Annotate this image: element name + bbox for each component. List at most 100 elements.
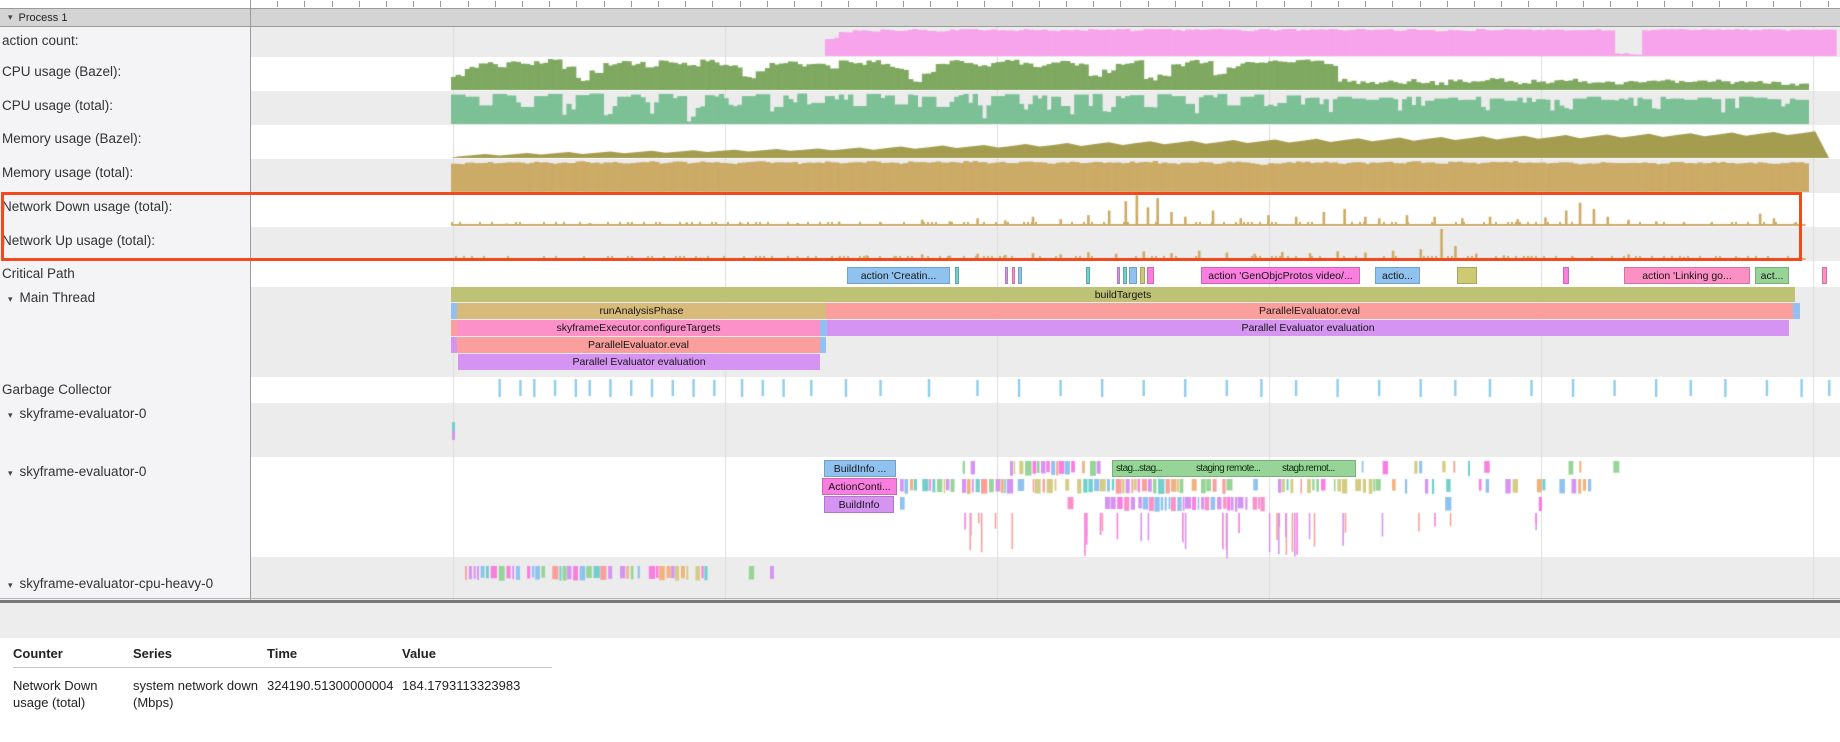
critical-path-span[interactable] — [1086, 267, 1090, 284]
sidebar-track-label-6[interactable]: Network Up usage (total): — [2, 233, 155, 248]
span-label: action 'Linking go... — [1642, 270, 1732, 282]
critical-path-span[interactable] — [1012, 267, 1015, 284]
ruler-tick — [468, 1, 469, 7]
column-header-time[interactable]: Time — [267, 642, 402, 668]
sidebar-track-label-8[interactable]: ▾Main Thread — [8, 290, 95, 305]
ruler-tick — [440, 1, 441, 7]
selection-details-panel: Counter Series Time Value Network Down u… — [0, 638, 1840, 742]
span-label: ParallelEvaluator.eval — [588, 339, 689, 351]
sidebar-track-label-9[interactable]: Garbage Collector — [2, 382, 112, 397]
main-thread-row-1-span[interactable]: buildTargets — [451, 287, 1795, 302]
collapse-arrow-icon[interactable]: ▾ — [8, 12, 13, 23]
sidebar-track-label-1[interactable]: CPU usage (Bazel): — [2, 64, 121, 79]
ruler-tick — [1692, 1, 1693, 7]
critical-path-span[interactable] — [1457, 267, 1477, 284]
ruler-tick — [1148, 1, 1149, 7]
ruler-tick — [1664, 1, 1665, 7]
column-header-counter[interactable]: Counter — [13, 642, 133, 668]
table-row[interactable]: Network Down usage (total) system networ… — [13, 668, 552, 712]
collapse-arrow-icon[interactable]: ▾ — [8, 468, 13, 478]
sidebar-track-label-10[interactable]: ▾skyframe-evaluator-0 — [8, 406, 146, 421]
critical-path-span[interactable] — [955, 267, 959, 284]
ruler-tick — [1420, 1, 1421, 7]
sidebar-track-label-12[interactable]: ▾skyframe-evaluator-cpu-heavy-0 — [8, 576, 213, 591]
span-label: Parallel Evaluator evaluation — [1241, 322, 1374, 334]
sidebar-track-label-7[interactable]: Critical Path — [2, 266, 75, 281]
staging-span-label: stagb.remot... — [1282, 463, 1335, 474]
span-label: act... — [1761, 270, 1784, 282]
time-ruler[interactable] — [0, 0, 1840, 8]
cell-series: system network down (Mbps) — [133, 668, 267, 712]
critical-path-span[interactable] — [1005, 267, 1008, 284]
ruler-tick — [386, 1, 387, 7]
track-label-text: Memory usage (Bazel): — [2, 131, 142, 146]
critical-path-span[interactable] — [1129, 267, 1137, 284]
skyframe-evaluator2-row-1-span[interactable]: BuildInfo ... — [824, 460, 896, 477]
critical-path-span[interactable] — [1147, 267, 1154, 284]
main-thread-row-3-span[interactable]: skyframeExecutor.configureTargets — [457, 320, 820, 336]
span-label: Parallel Evaluator evaluation — [572, 356, 705, 368]
ruler-tick — [1800, 1, 1801, 7]
ruler-tick — [604, 1, 605, 7]
critical-path-span[interactable]: action 'GenObjcProtos video/... — [1201, 267, 1360, 284]
ruler-tick — [821, 1, 822, 7]
critical-path-span[interactable]: action 'Linking go... — [1624, 267, 1750, 284]
ruler-tick — [1175, 1, 1176, 7]
critical-path-span[interactable]: actio... — [1375, 267, 1420, 284]
ruler-tick — [712, 1, 713, 7]
ruler-tick — [1637, 1, 1638, 7]
main-thread-row-2-span[interactable] — [1793, 303, 1800, 319]
main-thread-row-5-span[interactable]: Parallel Evaluator evaluation — [458, 354, 820, 370]
sidebar-track-label-11[interactable]: ▾ skyframe-evaluator-0 — [8, 464, 146, 479]
skyframe-evaluator2-row-3-span[interactable]: BuildInfo — [824, 496, 894, 513]
sidebar-track-label-3[interactable]: Memory usage (Bazel): — [2, 131, 142, 146]
ruler-tick — [740, 1, 741, 7]
ruler-tick — [1256, 1, 1257, 7]
process-header[interactable]: ▾ Process 1 — [0, 8, 1840, 27]
ruler-tick — [1365, 1, 1366, 7]
critical-path-span[interactable]: action 'Creatin... — [847, 267, 950, 284]
sidebar-track-label-4[interactable]: Memory usage (total): — [2, 165, 133, 180]
sidebar-track-label-0[interactable]: action count: — [2, 33, 79, 48]
main-thread-row-4-span[interactable] — [820, 337, 826, 353]
collapse-arrow-icon[interactable]: ▾ — [8, 580, 13, 590]
ruler-tick — [1093, 1, 1094, 7]
ruler-tick — [1338, 1, 1339, 7]
sidebar-track-label-2[interactable]: CPU usage (total): — [2, 98, 113, 113]
main-thread-row-2-span[interactable]: ParallelEvaluator.eval — [826, 303, 1793, 319]
collapse-arrow-icon[interactable]: ▾ — [8, 294, 13, 304]
ruler-tick — [1746, 1, 1747, 7]
critical-path-span[interactable] — [1563, 267, 1569, 284]
collapse-arrow-icon[interactable]: ▾ — [8, 410, 13, 420]
track-label-text: CPU usage (total): — [2, 98, 113, 113]
critical-path-span[interactable] — [1018, 267, 1022, 284]
critical-path-span[interactable] — [1117, 267, 1120, 284]
ruler-tick — [1828, 1, 1829, 7]
track-label-text: Network Down usage (total): — [2, 199, 172, 214]
analysis-status-bar: 1 item selected. Counter Sample (1) — [0, 603, 1840, 638]
skyframe-evaluator2-row-2-span[interactable]: ActionConti... — [822, 478, 897, 495]
column-header-series[interactable]: Series — [133, 642, 267, 668]
timeline-bottom-line — [0, 598, 1840, 599]
ruler-tick — [549, 1, 550, 7]
ruler-tick — [1447, 1, 1448, 7]
main-thread-row-3-span[interactable]: Parallel Evaluator evaluation — [827, 320, 1789, 336]
main-thread-row-4-span[interactable]: ParallelEvaluator.eval — [457, 337, 820, 353]
main-thread-row-3-span[interactable] — [820, 320, 827, 336]
cell-counter: Network Down usage (total) — [13, 668, 133, 712]
ruler-tick — [359, 1, 360, 7]
critical-path-span[interactable] — [1123, 267, 1127, 284]
critical-path-span[interactable] — [1822, 267, 1827, 284]
ruler-tick — [1501, 1, 1502, 7]
ruler-tick — [413, 1, 414, 7]
main-thread-row-2-span[interactable]: runAnalysisPhase — [457, 303, 826, 319]
column-header-value[interactable]: Value — [402, 642, 552, 668]
ruler-tick — [631, 1, 632, 7]
ruler-tick — [1012, 1, 1013, 7]
span-label: BuildInfo ... — [834, 463, 887, 475]
critical-path-span[interactable] — [1140, 267, 1145, 284]
sidebar-track-label-5[interactable]: Network Down usage (total): — [2, 199, 172, 214]
ruler-tick — [848, 1, 849, 7]
track-label-text: skyframe-evaluator-0 — [20, 464, 147, 479]
critical-path-span[interactable]: act... — [1755, 267, 1789, 284]
